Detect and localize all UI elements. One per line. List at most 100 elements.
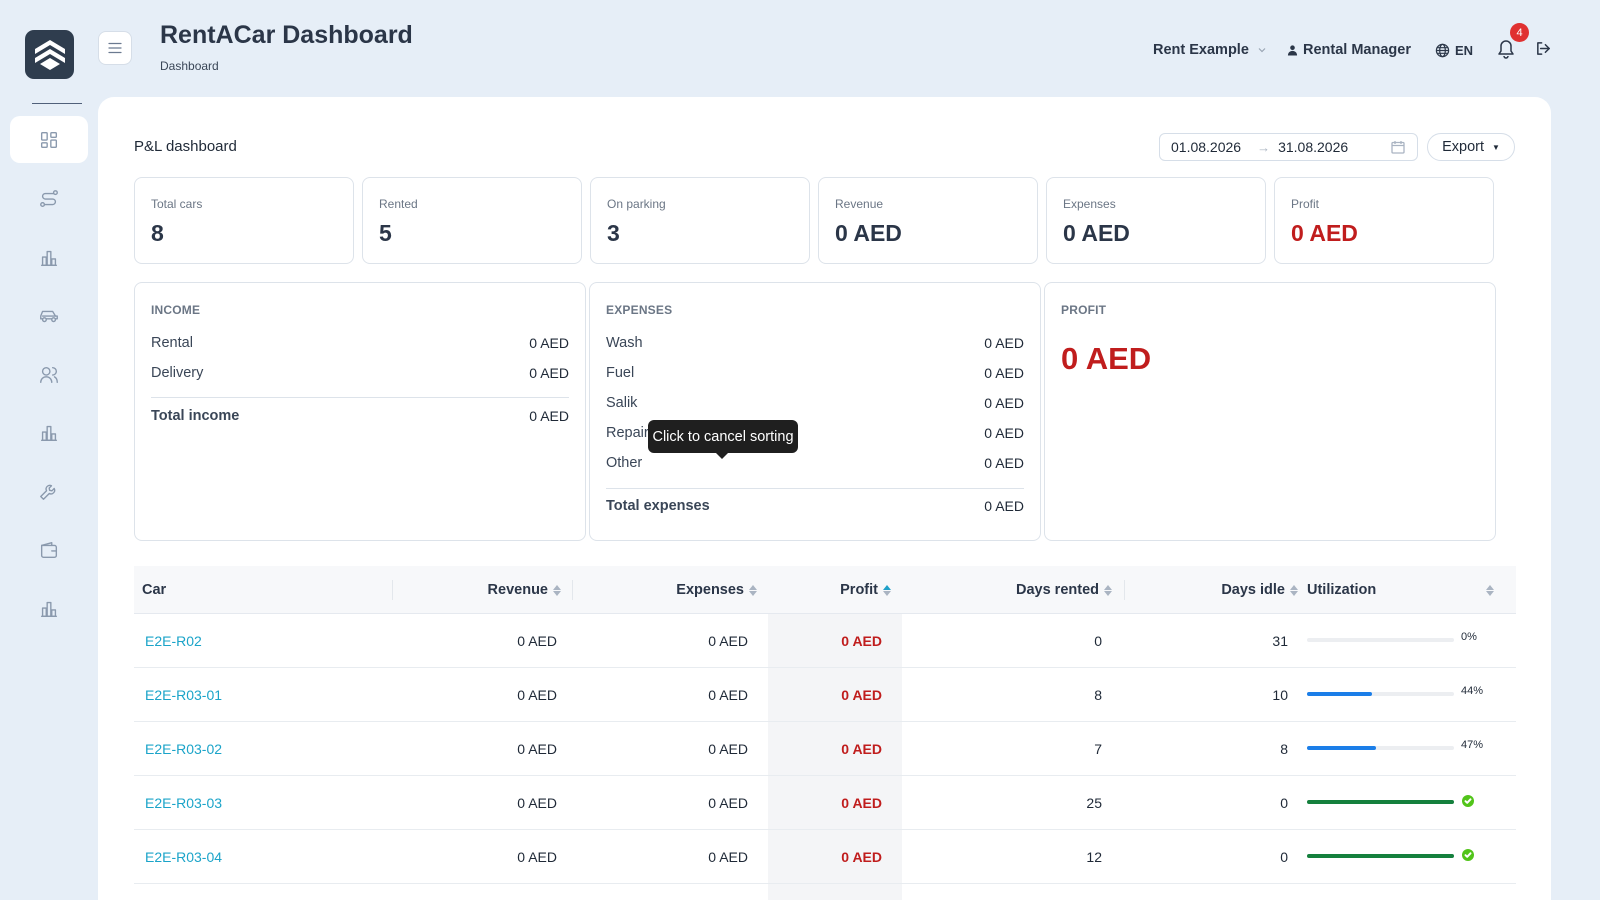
days-idle-cell: 0	[1280, 849, 1288, 865]
app-logo[interactable]	[25, 30, 74, 79]
column-label: Days idle	[1221, 582, 1285, 598]
arrow-right-icon: →	[1257, 139, 1271, 155]
page-title: RentACar Dashboard	[160, 21, 413, 49]
utilization-bar	[1307, 692, 1454, 696]
chart-icon	[40, 425, 58, 441]
logo-icon	[34, 39, 65, 70]
sidebar-item-cars[interactable]	[10, 292, 88, 339]
stat-value: 0 AED	[835, 220, 902, 246]
check-circle-icon	[1462, 849, 1474, 861]
profit-amount: 0 AED	[1061, 341, 1152, 376]
column-label: Profit	[840, 582, 878, 598]
expenses-cell: 0 AED	[708, 633, 748, 649]
total-label: Total expenses	[606, 498, 710, 514]
utilization-sort-button[interactable]	[1481, 566, 1501, 614]
utilization-percent: 0%	[1461, 631, 1477, 643]
export-label: Export	[1442, 139, 1484, 155]
sidebar-item-finance[interactable]	[10, 526, 88, 573]
calendar-icon	[1391, 141, 1405, 154]
income-row: Delivery 0 AED	[151, 365, 569, 385]
column-label: Utilization	[1307, 582, 1377, 598]
column-header-days-idle[interactable]: Days idle	[1134, 566, 1298, 614]
logout-button[interactable]	[1535, 40, 1552, 57]
expense-label: Other	[606, 455, 643, 471]
panel-title: PROFIT	[1061, 303, 1107, 317]
profit-panel: PROFIT 0 AED	[1044, 282, 1496, 541]
income-panel: INCOME Rental 0 AED Delivery 0 AED Total…	[134, 282, 586, 541]
profit-cell: 0 AED	[841, 633, 882, 649]
revenue-cell: 0 AED	[517, 633, 557, 649]
check-circle-icon	[1462, 795, 1474, 807]
column-label: Days rented	[1015, 582, 1099, 598]
user-icon	[1287, 45, 1298, 56]
column-header-car[interactable]: Car	[142, 566, 342, 614]
days-rented-cell: 8	[1094, 687, 1102, 703]
section-title: P&L dashboard	[134, 138, 237, 155]
income-amount: 0 AED	[529, 335, 569, 351]
bell-icon	[1498, 40, 1514, 59]
sidebar-item-dashboard[interactable]	[10, 116, 88, 163]
expense-label: Repair	[606, 425, 649, 441]
column-header-days-rented[interactable]: Days rented	[914, 566, 1112, 614]
expense-row: Wash 0 AED	[606, 335, 1024, 355]
days-idle-cell: 31	[1272, 633, 1288, 649]
column-header-expenses[interactable]: Expenses	[584, 566, 757, 614]
sidebar-item-maintenance[interactable]	[10, 467, 88, 514]
expense-amount: 0 AED	[984, 395, 1024, 411]
expense-amount: 0 AED	[984, 335, 1024, 351]
expense-row: Fuel 0 AED	[606, 365, 1024, 385]
sort-icon	[553, 584, 561, 596]
notification-badge: 4	[1510, 23, 1529, 42]
language-selector[interactable]: EN	[1435, 40, 1473, 60]
sidebar-item-routes[interactable]	[10, 175, 88, 222]
notifications-button[interactable]	[1497, 39, 1515, 59]
date-from[interactable]: 01.08.2026	[1171, 139, 1241, 155]
sidebar-item-customers[interactable]	[10, 351, 88, 398]
revenue-cell: 0 AED	[517, 849, 557, 865]
stat-value: 0 AED	[1063, 220, 1130, 246]
car-link[interactable]: E2E-R03-02	[145, 722, 222, 776]
column-header-revenue[interactable]: Revenue	[404, 566, 561, 614]
company-selector[interactable]: Rent Example	[1153, 40, 1267, 60]
total-label: Total income	[151, 408, 240, 424]
stat-value: 5	[379, 220, 392, 246]
sidebar-item-reports[interactable]	[10, 234, 88, 281]
total-amount: 0 AED	[984, 498, 1024, 514]
stat-label: Revenue	[835, 197, 884, 211]
sidebar-item-analytics[interactable]	[10, 409, 88, 456]
utilization-fill	[1307, 800, 1454, 804]
export-button[interactable]: Export ▼	[1427, 133, 1515, 161]
user-menu[interactable]: Rental Manager	[1287, 40, 1411, 60]
sort-ascending-icon	[883, 584, 891, 596]
stat-card-total-cars: Total cars 8	[134, 177, 354, 264]
chevron-down-icon	[1258, 48, 1266, 53]
date-to[interactable]: 31.08.2026	[1278, 139, 1348, 155]
column-header-profit[interactable]: Profit	[774, 566, 891, 614]
user-role: Rental Manager	[1303, 42, 1411, 58]
menu-toggle-button[interactable]	[98, 31, 132, 65]
car-link[interactable]: E2E-R03-01	[145, 668, 222, 722]
profit-cell: 0 AED	[841, 687, 882, 703]
car-link[interactable]: E2E-R03-04	[145, 830, 222, 884]
utilization-bar	[1307, 746, 1454, 750]
date-range-picker[interactable]: 01.08.2026 → 31.08.2026	[1159, 133, 1418, 161]
logout-icon	[1537, 42, 1550, 55]
column-divider	[1124, 580, 1125, 600]
days-rented-cell: 12	[1086, 849, 1102, 865]
column-header-utilization[interactable]: Utilization	[1307, 566, 1491, 614]
car-link[interactable]: E2E-R02	[145, 614, 202, 668]
expenses-panel: EXPENSES Wash 0 AED Fuel 0 AED Salik 0 A…	[589, 282, 1041, 541]
table-row: E2E-R03-04 0 AED 0 AED 0 AED 12 0	[134, 830, 1516, 884]
expense-row: Other 0 AED	[606, 455, 1024, 475]
sidebar-item-statistics[interactable]	[10, 585, 88, 632]
days-idle-cell: 10	[1272, 687, 1288, 703]
stat-card-profit: Profit 0 AED	[1274, 177, 1494, 264]
company-name: Rent Example	[1153, 42, 1249, 58]
expenses-cell: 0 AED	[708, 741, 748, 757]
expense-amount: 0 AED	[984, 455, 1024, 471]
stat-value: 8	[151, 220, 164, 246]
utilization-bar	[1307, 854, 1454, 858]
expense-total-row: Total expenses 0 AED	[606, 498, 1024, 518]
stat-label: Total cars	[151, 197, 203, 211]
car-link[interactable]: E2E-R03-03	[145, 776, 222, 830]
